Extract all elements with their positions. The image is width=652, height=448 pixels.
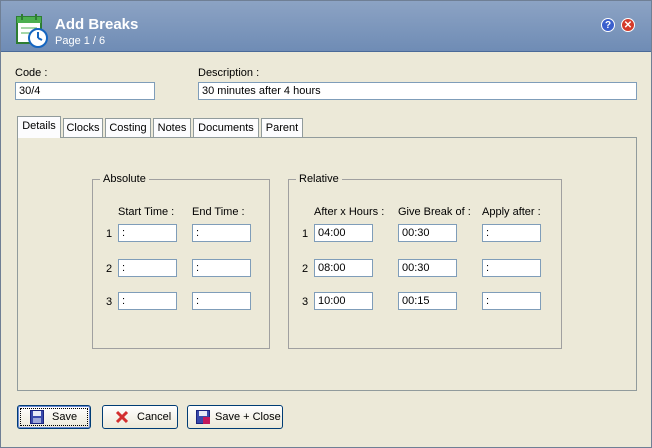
give-break-header: Give Break of : [398,206,471,218]
tab-details[interactable]: Details [17,116,61,138]
row-number: 1 [106,228,113,240]
tab-notes[interactable]: Notes [153,118,191,137]
title-bar: Add Breaks Page 1 / 6 ? ✕ [1,1,651,52]
save-button[interactable]: Save [17,405,91,429]
code-label: Code : [15,67,48,79]
red-x-icon [115,410,129,424]
give-break-input-2[interactable]: 00:30 [398,259,457,277]
window-title: Add Breaks [55,16,139,33]
save-close-label: Save + Close [215,411,281,423]
relative-title: Relative [296,173,342,185]
page-indicator: Page 1 / 6 [55,35,106,47]
row-number: 2 [302,263,309,275]
after-hours-input-3[interactable]: 10:00 [314,292,373,310]
calendar-clock-icon [16,14,48,48]
absolute-title: Absolute [100,173,149,185]
cancel-button[interactable]: Cancel [102,405,178,429]
code-input[interactable]: 30/4 [15,82,155,100]
end-time-input-2[interactable]: : [192,259,251,277]
close-icon[interactable]: ✕ [621,18,635,32]
after-hours-header: After x Hours : [314,206,385,218]
row-number: 3 [302,296,309,308]
description-label: Description : [198,67,260,79]
save-close-button[interactable]: Save + Close [187,405,283,429]
row-number: 3 [106,296,113,308]
save-label: Save [52,411,78,423]
floppy-disk-close-icon [196,410,210,424]
start-time-input-2[interactable]: : [118,259,177,277]
give-break-input-1[interactable]: 00:30 [398,224,457,242]
details-panel: Absolute Start Time : End Time : 1 : : 2… [17,137,637,391]
start-time-input-3[interactable]: : [118,292,177,310]
start-time-header: Start Time : [118,206,175,218]
end-time-header: End Time : [192,206,245,218]
row-number: 1 [302,228,309,240]
cancel-label: Cancel [137,411,172,423]
add-breaks-window: Add Breaks Page 1 / 6 ? ✕ Code : 30/4 De… [0,0,652,448]
help-icon[interactable]: ? [601,18,615,32]
after-hours-input-1[interactable]: 04:00 [314,224,373,242]
apply-after-input-1[interactable]: : [482,224,541,242]
apply-after-input-3[interactable]: : [482,292,541,310]
tab-costing[interactable]: Costing [105,118,151,137]
floppy-disk-icon [30,410,44,424]
start-time-input-1[interactable]: : [118,224,177,242]
description-input[interactable]: 30 minutes after 4 hours [198,82,637,100]
end-time-input-1[interactable]: : [192,224,251,242]
apply-after-header: Apply after : [482,206,541,218]
tab-documents[interactable]: Documents [193,118,259,137]
apply-after-input-2[interactable]: : [482,259,541,277]
tab-clocks[interactable]: Clocks [63,118,103,137]
end-time-input-3[interactable]: : [192,292,251,310]
absolute-group: Absolute Start Time : End Time : 1 : : 2… [92,173,270,349]
after-hours-input-2[interactable]: 08:00 [314,259,373,277]
relative-group: Relative After x Hours : Give Break of :… [288,173,562,349]
give-break-input-3[interactable]: 00:15 [398,292,457,310]
row-number: 2 [106,263,113,275]
tab-parent[interactable]: Parent [261,118,303,137]
